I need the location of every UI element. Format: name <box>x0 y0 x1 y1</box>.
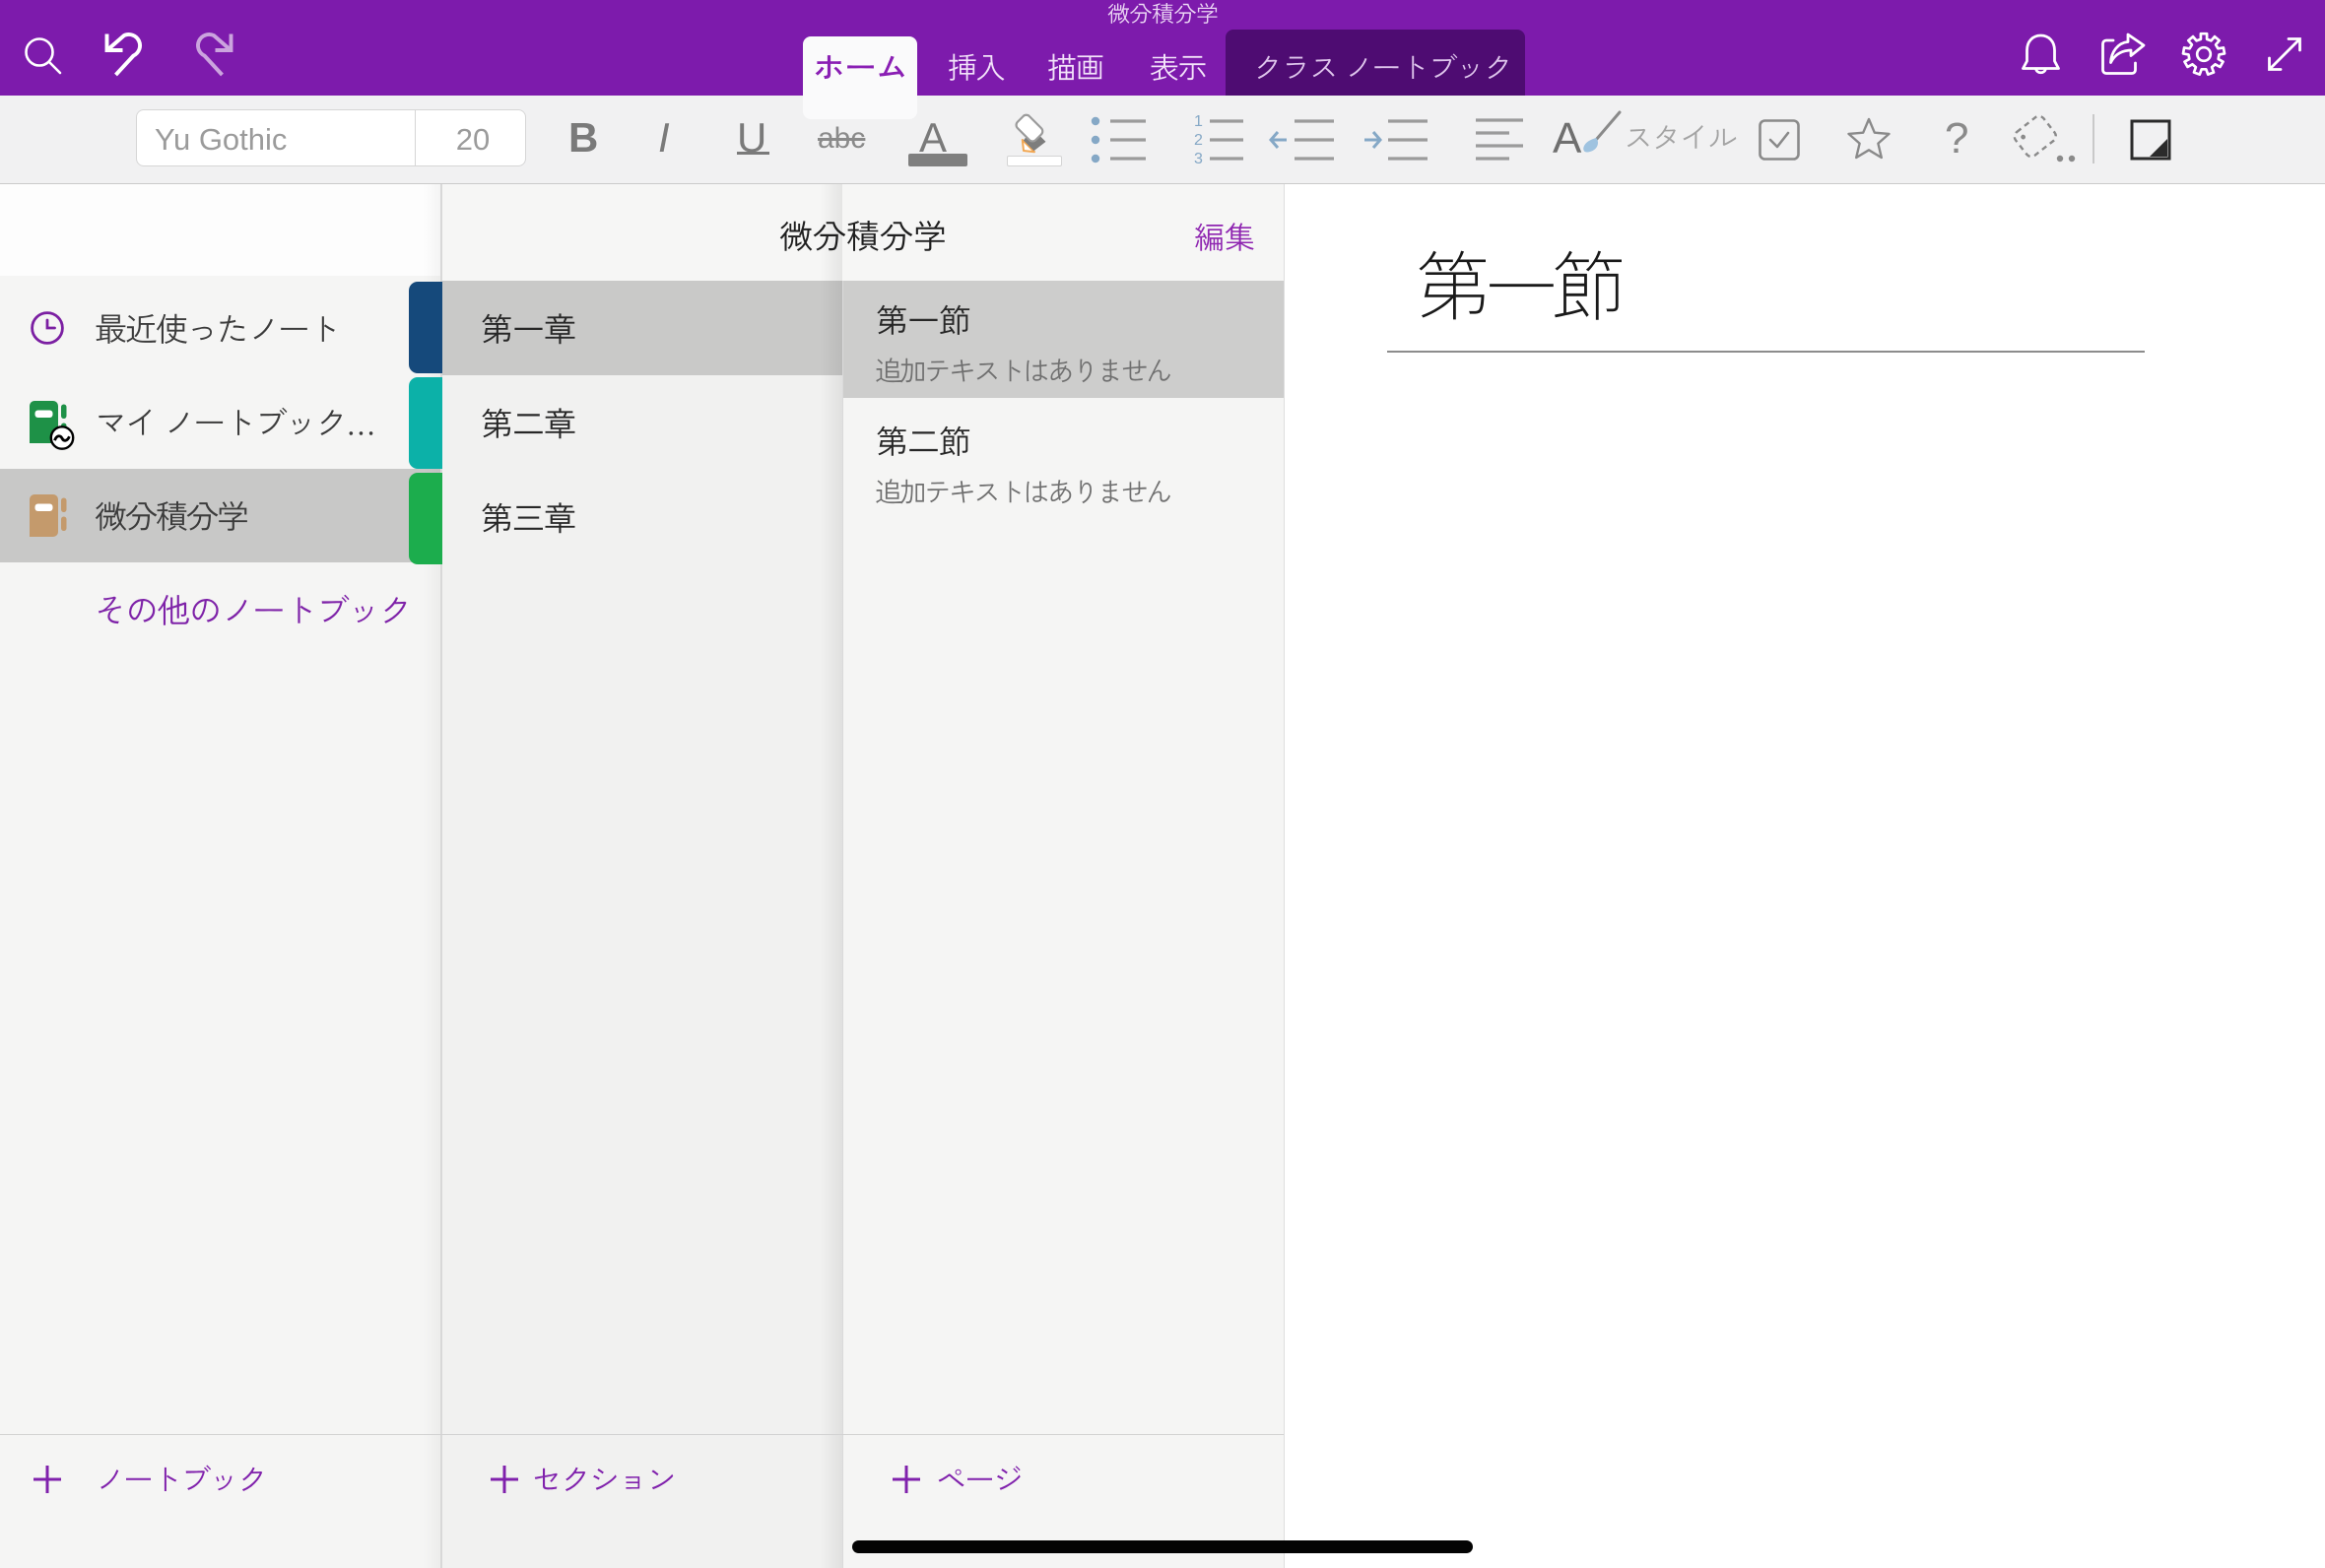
svg-text:3: 3 <box>1194 151 1203 167</box>
svg-text:2: 2 <box>1194 132 1203 149</box>
svg-text:1: 1 <box>1194 113 1203 130</box>
